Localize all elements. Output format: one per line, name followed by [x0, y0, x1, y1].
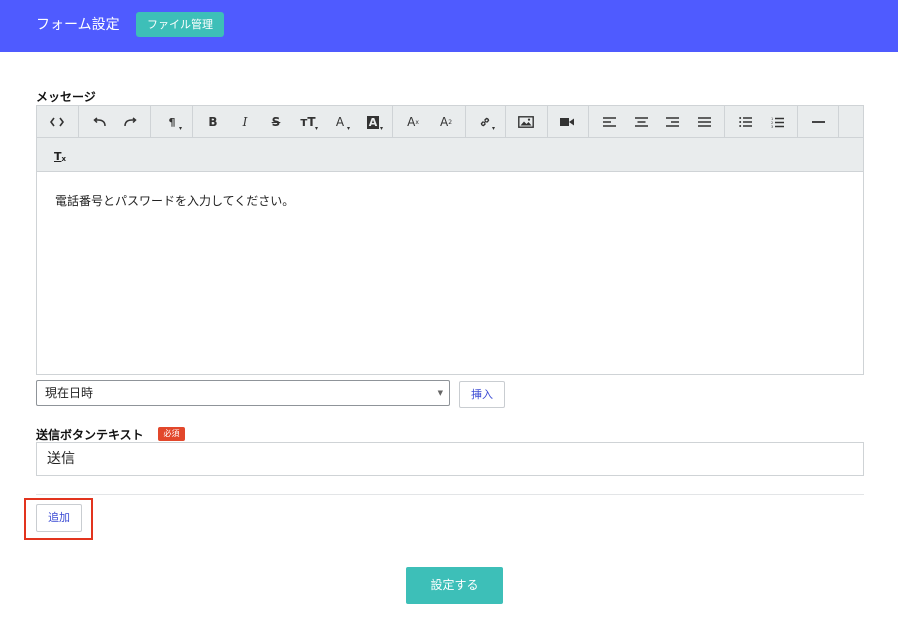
image-icon[interactable] — [510, 106, 542, 138]
italic-glyph: I — [242, 115, 248, 129]
chevron-down-icon: ▼ — [437, 389, 443, 397]
svg-text:3: 3 — [771, 125, 773, 128]
submit-settings-button[interactable]: 設定する — [406, 567, 503, 604]
align-center-icon[interactable] — [625, 106, 657, 138]
bullet-list-icon[interactable] — [729, 106, 761, 138]
superscript-icon[interactable]: Ax — [397, 106, 429, 138]
insert-variable-selected: 現在日時 — [45, 386, 94, 400]
insert-variable-select[interactable]: 現在日時 ▼ — [36, 380, 450, 406]
editor-toolbar: ¶ ▾ B I S тT ▾ A ▾ A ▾ A x A 2 ▾ 1 2 3 T… — [37, 106, 863, 172]
bg-color-glyph: A — [366, 115, 380, 129]
superscript-mark: x — [415, 118, 419, 126]
app-header: フォーム設定 ファイル管理 — [0, 0, 898, 52]
bold-icon[interactable]: B — [197, 106, 229, 138]
subscript-mark: 2 — [448, 118, 453, 126]
section-divider — [36, 494, 864, 495]
clear-format-glyph: T — [53, 149, 62, 163]
horizontal-rule-icon[interactable] — [802, 106, 834, 138]
code-icon[interactable] — [41, 106, 73, 138]
font-color-glyph: A — [335, 115, 345, 129]
editor-content[interactable]: 電話番号とパスワードを入力してください。 — [55, 192, 294, 209]
video-icon[interactable] — [551, 106, 583, 138]
font-size-glyph: тT — [300, 115, 316, 129]
strike-glyph: S — [271, 115, 281, 129]
page-title: フォーム設定 — [36, 17, 120, 33]
required-badge: 必須 — [158, 427, 185, 441]
italic-icon[interactable]: I — [229, 106, 261, 138]
send-button-text-label: 送信ボタンテキスト — [36, 428, 144, 442]
numbered-list-icon[interactable]: 123 — [761, 106, 793, 138]
paragraph-icon[interactable]: ¶ ▾ — [156, 106, 188, 138]
message-editor: ¶ ▾ B I S тT ▾ A ▾ A ▾ A x A 2 ▾ 1 2 3 T… — [36, 105, 864, 375]
subscript-icon[interactable]: A2 — [430, 106, 462, 138]
link-icon[interactable]: ▾ — [469, 106, 501, 138]
redo-icon[interactable] — [114, 106, 146, 138]
subscript-glyph: A — [439, 115, 449, 129]
send-button-text-input[interactable]: 送信 — [36, 442, 864, 476]
bold-glyph: B — [208, 115, 218, 129]
file-management-button[interactable]: ファイル管理 — [136, 12, 224, 37]
message-label: メッセージ — [36, 90, 96, 104]
strikethrough-icon[interactable]: S — [260, 106, 292, 138]
align-right-icon[interactable] — [656, 106, 688, 138]
align-left-icon[interactable] — [593, 106, 625, 138]
paragraph-glyph: ¶ — [168, 115, 176, 129]
clear-format-icon[interactable]: Tx — [45, 142, 75, 170]
add-button[interactable]: 追加 — [36, 504, 82, 532]
undo-icon[interactable] — [83, 106, 115, 138]
toolbar-row-1: ¶ ▾ B I S тT ▾ A ▾ A ▾ A x A 2 ▾ 1 2 3 — [37, 106, 863, 138]
font-size-icon[interactable]: тT ▾ — [292, 106, 324, 138]
superscript-glyph: A — [407, 115, 416, 129]
align-justify-icon[interactable] — [688, 106, 720, 138]
background-color-icon[interactable]: A ▾ — [357, 106, 389, 138]
insert-button[interactable]: 挿入 — [459, 381, 505, 408]
font-color-icon[interactable]: A ▾ — [324, 106, 356, 138]
